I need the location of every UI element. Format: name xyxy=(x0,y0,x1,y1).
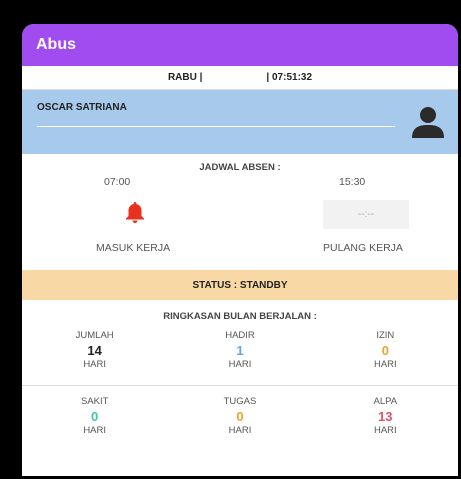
schedule-section: JADWAL ABSEN : 07:00 15:30 --:-- MASUK K… xyxy=(22,154,458,254)
summary-permission: IZIN 0 HARI xyxy=(313,330,458,370)
summary-value: 13 xyxy=(378,409,393,424)
check-out-placeholder: --:-- xyxy=(357,209,375,220)
summary-value: 14 xyxy=(87,343,102,358)
check-in-label: MASUK KERJA xyxy=(96,242,171,254)
date-bar: RABU | | 07:51:32 xyxy=(22,66,458,90)
summary-present: HADIR 1 HARI xyxy=(167,330,312,370)
summary-title: RINGKASAN BULAN BERJALAN : xyxy=(163,311,317,322)
day-text: RABU | xyxy=(167,72,203,83)
summary-unit: HARI xyxy=(83,359,107,370)
summary-sick: SAKIT 0 HARI xyxy=(22,396,167,436)
summary-label: JUMLAH xyxy=(75,330,114,341)
summary-row-1: JUMLAH 14 HARI HADIR 1 HARI IZIN 0 HARI xyxy=(22,330,458,370)
summary-absent: ALPA 13 HARI xyxy=(313,396,458,436)
summary-unit: HARI xyxy=(228,425,252,436)
summary-label: ALPA xyxy=(373,396,398,407)
app-title: Abus xyxy=(36,36,76,53)
user-name: OSCAR SATRIANA xyxy=(37,102,127,113)
summary-unit: HARI xyxy=(373,425,397,436)
bell-icon[interactable] xyxy=(123,200,147,224)
summary-value: 0 xyxy=(381,343,389,358)
user-divider xyxy=(37,126,395,127)
summary-label: TUGAS xyxy=(223,396,257,407)
summary-unit: HARI xyxy=(83,425,107,436)
summary-value: 0 xyxy=(91,409,99,424)
user-panel: OSCAR SATRIANA xyxy=(22,90,458,154)
summary-duty: TUGAS 0 HARI xyxy=(167,396,312,436)
status-bar: STATUS : STANDBY xyxy=(22,270,458,300)
check-in-time: 07:00 xyxy=(104,176,131,188)
summary-value: 1 xyxy=(236,343,244,358)
summary-row-2: SAKIT 0 HARI TUGAS 0 HARI ALPA 13 HARI xyxy=(22,396,458,436)
summary-unit: HARI xyxy=(228,359,252,370)
schedule-title: JADWAL ABSEN : xyxy=(199,162,281,173)
check-out-label: PULANG KERJA xyxy=(323,242,403,254)
summary-label: IZIN xyxy=(376,330,395,341)
check-out-time: 15:30 xyxy=(339,176,366,188)
status-text: STATUS : STANDBY xyxy=(192,279,288,291)
summary-label: HADIR xyxy=(225,330,255,341)
device-frame: Abus RABU | | 07:51:32 OSCAR SATRIANA JA… xyxy=(10,6,461,479)
clock-text: | 07:51:32 xyxy=(266,72,313,83)
summary-total: JUMLAH 14 HARI xyxy=(22,330,167,370)
summary-value: 0 xyxy=(236,409,244,424)
person-icon xyxy=(412,107,444,138)
summary-divider xyxy=(22,385,458,386)
app-screen: Abus RABU | | 07:51:32 OSCAR SATRIANA JA… xyxy=(22,24,458,476)
summary-unit: HARI xyxy=(373,359,397,370)
check-out-button[interactable]: --:-- xyxy=(323,200,409,229)
summary-label: SAKIT xyxy=(80,396,109,407)
app-bar: Abus xyxy=(22,24,458,66)
